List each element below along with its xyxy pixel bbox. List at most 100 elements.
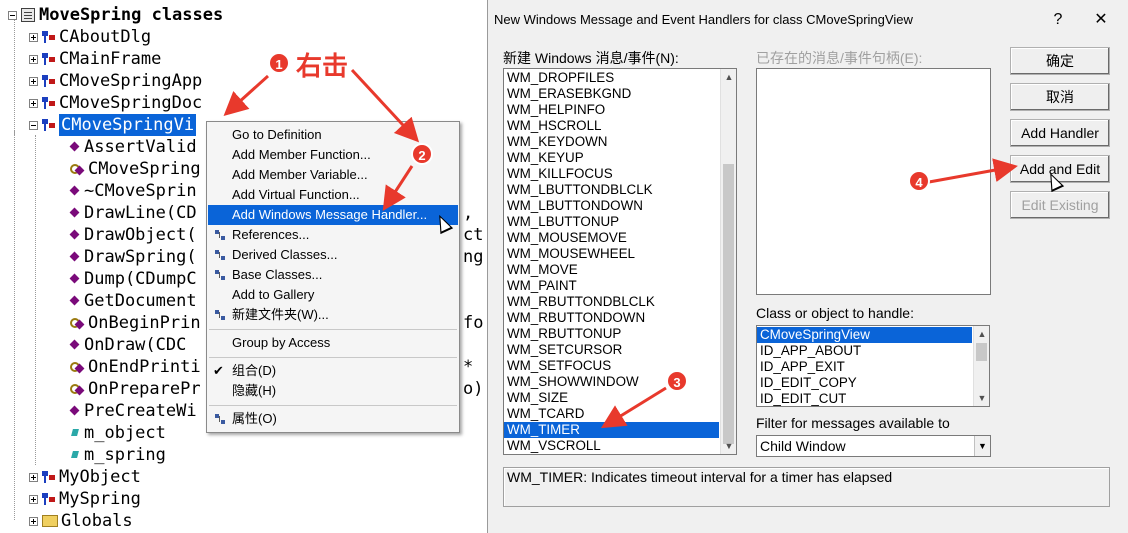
- class-scrollbar[interactable]: ▲ ▼: [973, 326, 989, 406]
- help-button[interactable]: ?: [1043, 8, 1073, 32]
- context-menu-item[interactable]: Add Virtual Function...: [208, 185, 458, 205]
- message-list-item[interactable]: WM_RBUTTONUP: [504, 326, 719, 342]
- collapse-icon[interactable]: [8, 10, 17, 20]
- context-menu-item[interactable]: Go to Definition: [208, 125, 458, 145]
- message-list-item[interactable]: WM_TCARD: [504, 406, 719, 422]
- tree-member-item[interactable]: DrawLine(CD: [68, 202, 197, 224]
- message-list-item[interactable]: WM_MOVE: [504, 262, 719, 278]
- scroll-thumb[interactable]: [723, 164, 734, 444]
- message-list-item[interactable]: WM_LBUTTONDBLCLK: [504, 182, 719, 198]
- expand-icon[interactable]: [29, 516, 38, 526]
- message-list-item[interactable]: WM_PAINT: [504, 278, 719, 294]
- messages-listbox[interactable]: WM_DROPFILES WM_ERASEBKGND WM_HELPINFO WM_H…: [503, 68, 737, 455]
- tree-member-item[interactable]: DrawSpring(: [68, 246, 197, 268]
- tree-class-item[interactable]: CMoveSpringApp: [29, 70, 202, 92]
- message-list-item[interactable]: WM_RBUTTONDBLCLK: [504, 294, 719, 310]
- function-icon: [70, 274, 80, 284]
- tree-member-label: OnPreparePr: [88, 379, 201, 399]
- expand-icon[interactable]: [29, 98, 38, 108]
- add-handler-button[interactable]: Add Handler: [1010, 119, 1110, 147]
- context-menu-item[interactable]: Derived Classes...: [208, 245, 458, 265]
- tree-member-item[interactable]: CMoveSpring: [68, 158, 201, 180]
- context-menu-item[interactable]: ✔ 组合(D): [208, 361, 458, 381]
- context-menu-item[interactable]: 新建文件夹(W)...: [208, 305, 458, 325]
- message-list-item[interactable]: WM_ERASEBKGND: [504, 86, 719, 102]
- collapse-icon[interactable]: [29, 120, 38, 130]
- message-list-item[interactable]: WM_LBUTTONUP: [504, 214, 719, 230]
- tree-member-item[interactable]: OnDraw(CDC: [68, 334, 186, 356]
- context-menu-item[interactable]: 属性(O): [208, 409, 458, 429]
- expand-icon[interactable]: [29, 76, 38, 86]
- tree-member-item[interactable]: Dump(CDumpC: [68, 268, 197, 290]
- tree-class-item[interactable]: MyObject: [29, 466, 141, 488]
- tree-member-item[interactable]: OnEndPrinti: [68, 356, 201, 378]
- scroll-up-icon[interactable]: ▲: [721, 69, 736, 85]
- tree-class-item[interactable]: CAboutDlg: [29, 26, 151, 48]
- message-list-item[interactable]: WM_MOUSEWHEEL: [504, 246, 719, 262]
- expand-icon[interactable]: [29, 494, 38, 504]
- class-list-item[interactable]: CMoveSpringView: [757, 327, 972, 343]
- context-menu-item[interactable]: Base Classes...: [208, 265, 458, 285]
- expand-icon[interactable]: [29, 472, 38, 482]
- tree-member-item[interactable]: DrawObject(: [68, 224, 197, 246]
- tree-class-item[interactable]: CMoveSpringDoc: [29, 92, 202, 114]
- message-list-item[interactable]: WM_SIZE: [504, 390, 719, 406]
- tree-member-item[interactable]: GetDocument: [68, 290, 197, 312]
- properties-icon: [213, 412, 227, 426]
- scroll-down-icon[interactable]: ▼: [721, 438, 736, 454]
- class-list-item[interactable]: ID_EDIT_CUT: [757, 391, 972, 406]
- existing-handlers-listbox[interactable]: [756, 68, 991, 295]
- tree-class-item[interactable]: Globals: [29, 510, 133, 532]
- scroll-up-icon[interactable]: ▲: [974, 326, 989, 342]
- tree-member-item[interactable]: m_object: [68, 422, 166, 444]
- edit-existing-button[interactable]: Edit Existing: [1010, 191, 1110, 219]
- message-list-item[interactable]: WM_VSCROLL: [504, 438, 719, 454]
- expand-icon[interactable]: [29, 32, 38, 42]
- message-list-item[interactable]: WM_LBUTTONDOWN: [504, 198, 719, 214]
- scroll-thumb[interactable]: [976, 343, 987, 361]
- message-list-item[interactable]: WM_RBUTTONDOWN: [504, 310, 719, 326]
- tree-member-item[interactable]: AssertValid: [68, 136, 197, 158]
- tree-class-item[interactable]: CMainFrame: [29, 48, 161, 70]
- message-list-item[interactable]: WM_HSCROLL: [504, 118, 719, 134]
- tree-member-item[interactable]: OnPreparePr: [68, 378, 201, 400]
- context-menu[interactable]: Go to Definition Add Member Function... Ad…: [206, 121, 460, 433]
- message-list-item[interactable]: WM_KEYDOWN: [504, 134, 719, 150]
- class-list-item[interactable]: ID_APP_ABOUT: [757, 343, 972, 359]
- tree-class-item[interactable]: MySpring: [29, 488, 141, 510]
- class-icon: [42, 492, 56, 506]
- message-list-item[interactable]: WM_TIMER: [504, 422, 719, 438]
- chevron-down-icon[interactable]: ▼: [974, 436, 990, 456]
- context-menu-item[interactable]: 隐藏(H): [208, 381, 458, 401]
- message-list-item[interactable]: WM_DROPFILES: [504, 70, 719, 86]
- context-menu-item[interactable]: Add Windows Message Handler...: [208, 205, 458, 225]
- context-menu-item[interactable]: Add to Gallery: [208, 285, 458, 305]
- scroll-down-icon[interactable]: ▼: [974, 390, 989, 406]
- message-list-item[interactable]: WM_MOUSEMOVE: [504, 230, 719, 246]
- ok-button[interactable]: 确定: [1010, 47, 1110, 75]
- tree-member-item[interactable]: ~CMoveSprin: [68, 180, 197, 202]
- tree-member-item[interactable]: PreCreateWi: [68, 400, 197, 422]
- context-menu-item[interactable]: Group by Access: [208, 333, 458, 353]
- class-listbox[interactable]: CMoveSpringView ID_APP_ABOUT ID_APP_EXIT ID…: [756, 325, 990, 407]
- class-list-item[interactable]: ID_EDIT_COPY: [757, 375, 972, 391]
- message-list-item[interactable]: WM_HELPINFO: [504, 102, 719, 118]
- tree-member-item[interactable]: m_spring: [68, 444, 166, 466]
- message-list-item[interactable]: WM_SETFOCUS: [504, 358, 719, 374]
- expand-icon[interactable]: [29, 54, 38, 64]
- cancel-button[interactable]: 取消: [1010, 83, 1110, 111]
- context-menu-item[interactable]: References...: [208, 225, 458, 245]
- filter-combo[interactable]: Child Window ▼: [756, 435, 991, 457]
- message-list-item[interactable]: WM_SETCURSOR: [504, 342, 719, 358]
- message-list-item[interactable]: WM_KILLFOCUS: [504, 166, 719, 182]
- class-list-item[interactable]: ID_APP_EXIT: [757, 359, 972, 375]
- context-menu-item[interactable]: Add Member Variable...: [208, 165, 458, 185]
- constructor-icon: [70, 164, 84, 174]
- tree-class-selected[interactable]: CMoveSpringVi: [29, 113, 198, 137]
- close-button[interactable]: ✕: [1086, 8, 1116, 32]
- message-list-item[interactable]: WM_KEYUP: [504, 150, 719, 166]
- tree-root[interactable]: MoveSpring classes: [8, 4, 223, 26]
- tree-member-overflow-text: ,: [463, 203, 474, 223]
- messages-scrollbar[interactable]: ▲ ▼: [720, 69, 736, 454]
- tree-member-item[interactable]: OnBeginPrin: [68, 312, 201, 334]
